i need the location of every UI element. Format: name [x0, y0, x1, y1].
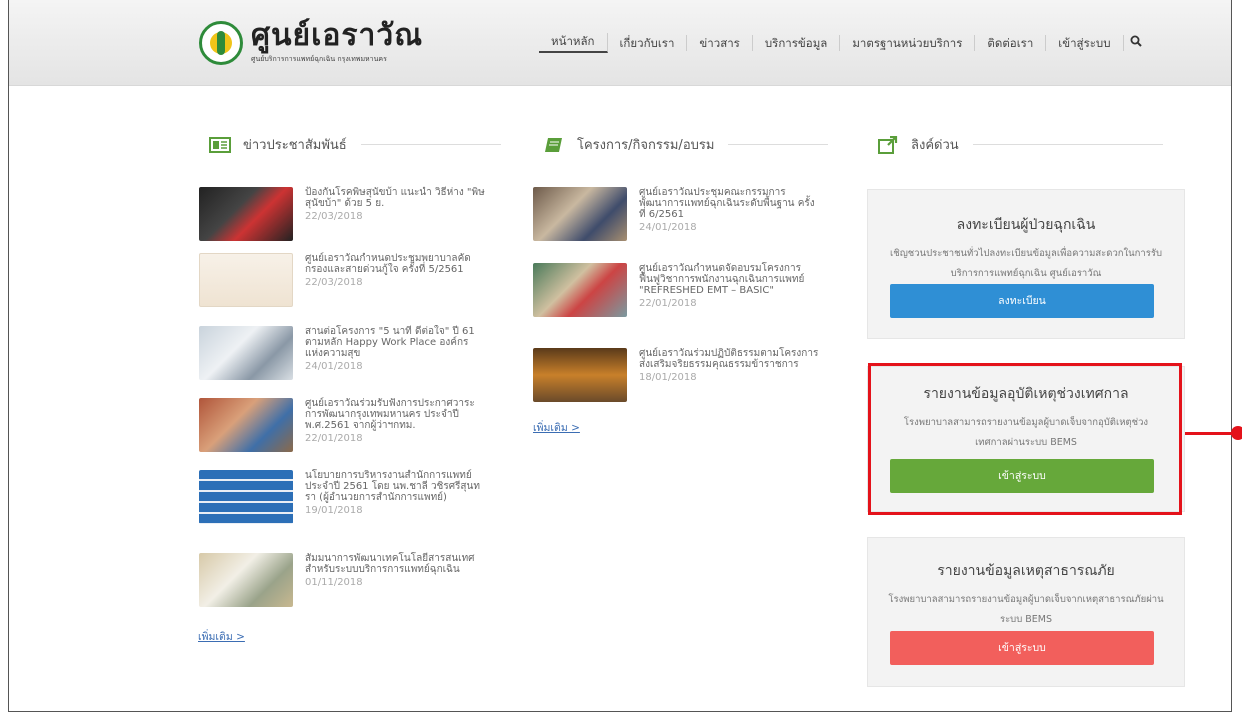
pr-news-heading: ข่าวประชาสัมพันธ์: [209, 134, 501, 155]
disaster-login-button[interactable]: เข้าสู่ระบบ: [890, 631, 1154, 665]
news-thumbnail[interactable]: [533, 187, 627, 241]
card-description: เชิญชวนประชาชนทั่วไปลงทะเบียนข้อมูลเพื่อ…: [890, 248, 1162, 279]
heading-rule: [972, 144, 1163, 145]
annotation-pointer-dot: [1231, 426, 1242, 440]
news-thumbnail[interactable]: [199, 470, 293, 524]
external-link-icon: [877, 135, 899, 154]
heading-rule: [728, 144, 829, 145]
list-item[interactable]: สานต่อโครงการ "5 นาที ดีต่อใจ" ปี 61 ตาม…: [199, 326, 485, 380]
list-item[interactable]: ศูนย์เอราวัณร่วมรับฟังการประกาศวาระการพั…: [199, 398, 485, 452]
nav-standards[interactable]: มาตรฐานหน่วยบริการ: [840, 35, 976, 51]
list-item[interactable]: ป้องกันโรคพิษสุนัขบ้า แนะนำ วิธีห่าง "พิ…: [199, 187, 485, 241]
list-item[interactable]: ศูนย์เอราวัณประชุมคณะกรรมการพัฒนาการแพทย…: [533, 187, 819, 241]
disaster-report-card: รายงานข้อมูลเหตุสาธารณภัย โรงพยาบาลสามาร…: [867, 537, 1185, 687]
news-date: 24/01/2018: [305, 361, 363, 372]
news-title[interactable]: ศูนย์เอราวัณร่วมรับฟังการประกาศวาระการพั…: [305, 398, 485, 431]
pr-news-heading-label: ข่าวประชาสัมพันธ์: [243, 138, 347, 153]
annotation-pointer-line: [1185, 432, 1235, 435]
quick-links-heading: ลิงค์ด่วน: [877, 134, 1163, 155]
list-item[interactable]: ศูนย์เอราวัณร่วมปฏิบัติธรรมตามโครงการส่ง…: [533, 348, 819, 402]
register-button[interactable]: ลงทะเบียน: [890, 284, 1154, 318]
search-icon[interactable]: [1130, 35, 1142, 51]
news-date: 01/11/2018: [305, 577, 363, 588]
news-thumbnail[interactable]: [199, 398, 293, 452]
news-title[interactable]: ศูนย์เอราวัณกำหนดจัดอบรมโครงการฟื้นฟูวิช…: [639, 263, 819, 296]
browser-frame: ศูนย์เอราวัณ ศูนย์บริการการแพทย์ฉุกเฉิน …: [8, 0, 1242, 712]
register-card: ลงทะเบียนผู้ป่วยฉุกเฉิน เชิญชวนประชาชนทั…: [867, 189, 1185, 339]
list-item[interactable]: ศูนย์เอราวัณกำหนดจัดอบรมโครงการฟื้นฟูวิช…: [533, 263, 819, 317]
news-thumbnail[interactable]: [533, 348, 627, 402]
news-thumbnail[interactable]: [199, 187, 293, 241]
pr-news-more-link[interactable]: เพิ่มเติม >: [198, 628, 245, 645]
nav-about[interactable]: เกี่ยวกับเรา: [608, 35, 688, 51]
list-item[interactable]: นโยบายการบริหารงานสำนักการแพทย์ ประจำปี …: [199, 470, 485, 524]
nav-home[interactable]: หน้าหลัก: [539, 33, 608, 53]
nav-contact[interactable]: ติดต่อเรา: [975, 35, 1047, 51]
news-date: 24/01/2018: [639, 222, 697, 233]
projects-heading-label: โครงการ/กิจกรรม/อบรม: [577, 138, 715, 153]
card-title: ลงทะเบียนผู้ป่วยฉุกเฉิน: [956, 217, 1096, 233]
main-nav: หน้าหลัก เกี่ยวกับเรา ข่าวสาร บริการข้อม…: [539, 33, 1142, 53]
site-subtitle: ศูนย์บริการการแพทย์ฉุกเฉิน กรุงเทพมหานคร: [251, 55, 387, 63]
news-date: 22/01/2018: [639, 298, 697, 309]
list-item[interactable]: ศูนย์เอราวัณกำหนดประชุมพยาบาลคัดกรองและส…: [199, 253, 485, 307]
erawan-emblem-icon: [199, 20, 243, 65]
news-title[interactable]: ศูนย์เอราวัณกำหนดประชุมพยาบาลคัดกรองและส…: [305, 253, 485, 275]
nav-login[interactable]: เข้าสู่ระบบ: [1046, 35, 1124, 51]
news-title[interactable]: นโยบายการบริหารงานสำนักการแพทย์ ประจำปี …: [305, 470, 485, 503]
header-bar: ศูนย์เอราวัณ ศูนย์บริการการแพทย์ฉุกเฉิน …: [9, 0, 1231, 86]
site-title: ศูนย์เอราวัณ: [251, 18, 424, 53]
news-date: 22/01/2018: [305, 433, 363, 444]
nav-news[interactable]: ข่าวสาร: [687, 35, 753, 51]
news-thumbnail[interactable]: [199, 253, 293, 307]
card-title: รายงานข้อมูลเหตุสาธารณภัย: [937, 563, 1115, 579]
news-title[interactable]: สานต่อโครงการ "5 นาที ดีต่อใจ" ปี 61 ตาม…: [305, 326, 485, 359]
news-title[interactable]: ป้องกันโรคพิษสุนัขบ้า แนะนำ วิธีห่าง "พิ…: [305, 187, 485, 209]
news-date: 22/03/2018: [305, 211, 363, 222]
heading-rule: [360, 144, 501, 145]
book-icon: [543, 136, 565, 154]
projects-more-link[interactable]: เพิ่มเติม >: [533, 419, 580, 436]
annotation-highlight-box: [868, 363, 1182, 515]
quick-links-heading-label: ลิงค์ด่วน: [911, 138, 959, 153]
news-title[interactable]: ศูนย์เอราวัณร่วมปฏิบัติธรรมตามโครงการส่ง…: [639, 348, 819, 370]
news-date: 18/01/2018: [639, 372, 697, 383]
site-logo[interactable]: ศูนย์เอราวัณ ศูนย์บริการการแพทย์ฉุกเฉิน …: [199, 20, 423, 65]
news-date: 19/01/2018: [305, 505, 363, 516]
card-description: โรงพยาบาลสามารถรายงานข้อมูลผู้บาดเจ็บจาก…: [888, 594, 1164, 625]
news-thumbnail[interactable]: [199, 553, 293, 607]
projects-heading: โครงการ/กิจกรรม/อบรม: [543, 134, 829, 155]
newspaper-icon: [209, 136, 231, 154]
list-item[interactable]: สัมมนาการพัฒนาเทคโนโลยีสารสนเทศสำหรับระบ…: [199, 553, 485, 607]
news-thumbnail[interactable]: [199, 326, 293, 380]
news-date: 22/03/2018: [305, 277, 363, 288]
news-title[interactable]: สัมมนาการพัฒนาเทคโนโลยีสารสนเทศสำหรับระบ…: [305, 553, 485, 575]
nav-data-service[interactable]: บริการข้อมูล: [753, 35, 841, 51]
news-thumbnail[interactable]: [533, 263, 627, 317]
news-title[interactable]: ศูนย์เอราวัณประชุมคณะกรรมการพัฒนาการแพทย…: [639, 187, 819, 220]
